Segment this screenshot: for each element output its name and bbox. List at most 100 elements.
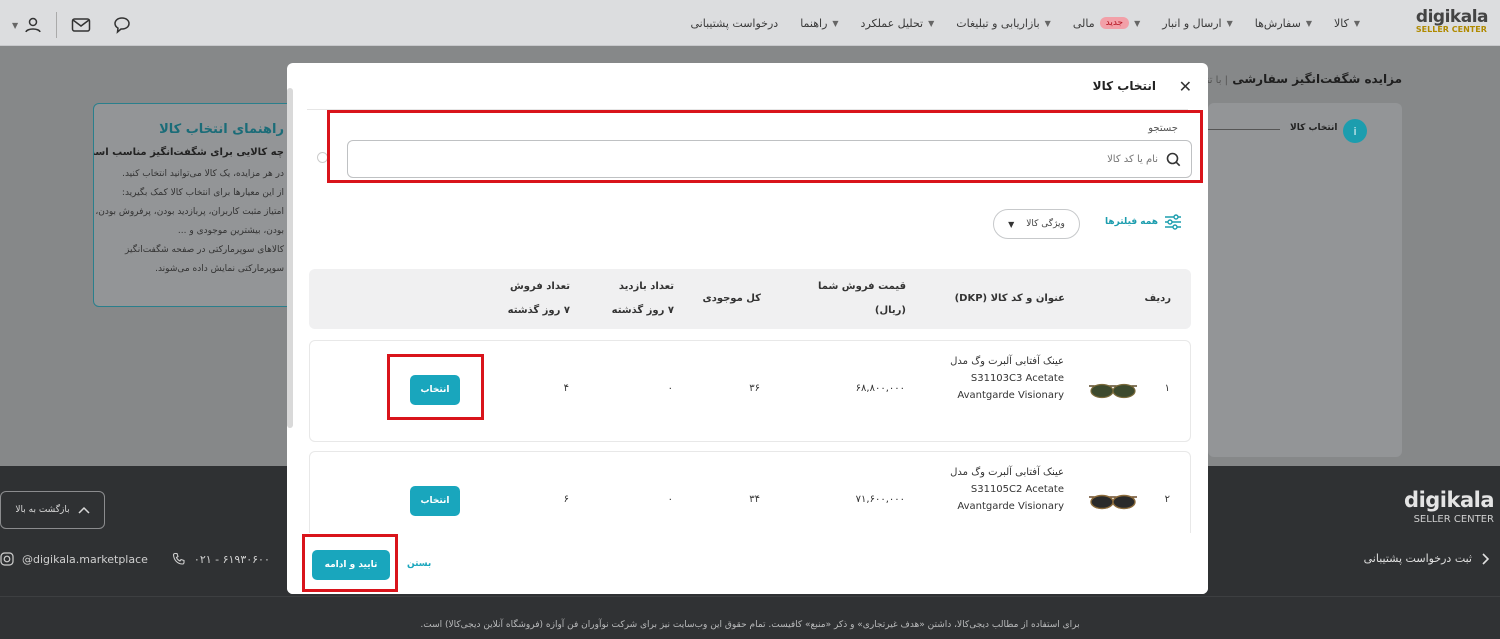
col-price: قیمت فروش شما <box>818 281 906 292</box>
footer-bottom <box>0 596 1500 639</box>
select-product-modal: ✕ انتخاب کالا جستجو همه فیلترها ویژگی کا… <box>287 63 1208 594</box>
support-label: ثبت درخواست پشتیبانی <box>1363 552 1472 565</box>
nav-item-marketing[interactable]: بازاریابی و تبلیغات ▼ <box>956 17 1051 30</box>
page-title-text: مزایده شگفت‌انگیز سفارشی <box>1232 72 1402 86</box>
row-sales: ۴ <box>563 383 569 394</box>
search-input[interactable] <box>348 153 1158 165</box>
all-filters-button[interactable]: همه فیلترها <box>1105 214 1182 230</box>
chevron-down-icon: ▼ <box>1008 219 1015 229</box>
mail-icon[interactable] <box>71 17 91 33</box>
nav-label: درخواست پشتیبانی <box>690 16 779 30</box>
phone-number: ۰۲۱ - ۶۱۹۳۰۶۰۰ <box>193 552 270 566</box>
logo-name: digikala <box>1415 7 1489 27</box>
search-label: جستجو <box>1148 123 1178 134</box>
row-price: ۷۱,۶۰۰,۰۰۰ <box>855 494 905 505</box>
instagram-icon[interactable] <box>0 552 14 566</box>
table-row: ۱ عینک آفتابی آلبرت وگ مدل S31103C3 Acet… <box>309 340 1191 442</box>
back-to-top-button[interactable]: بازگشت به بالا <box>0 491 105 529</box>
nav-item-finance[interactable]: مالی جدید ▼ <box>1073 17 1140 30</box>
guide-line: از این معیارها برای انتخاب کالا کمک بگیر… <box>121 188 284 198</box>
phone-icon <box>172 552 185 565</box>
modal-title: انتخاب کالا <box>1092 79 1156 93</box>
info-icon: i <box>1343 119 1367 143</box>
chat-icon[interactable] <box>113 16 131 34</box>
nav-item-support-request[interactable]: درخواست پشتیبانی <box>691 17 779 30</box>
close-icon[interactable]: ✕ <box>1179 77 1192 96</box>
chevron-down-icon: ▼ <box>1226 18 1233 28</box>
col-price-unit: (ریال) <box>874 305 906 316</box>
main-menu: کالا ▼ سفارش‌ها ▼ ارسال و انبار ▼ مالی جدید ▼… <box>691 0 1361 46</box>
footer-logo-sub: SELLER CENTER <box>1413 514 1494 525</box>
guide-line: کالاهای سوپرمارکتی در صفحه شگفت‌انگیز <box>125 245 284 255</box>
nav-label: بازاریابی و تبلیغات <box>956 16 1040 30</box>
search-field[interactable] <box>347 140 1192 178</box>
chevron-down-icon: ▼ <box>1044 18 1051 28</box>
user-icon[interactable] <box>24 16 42 34</box>
product-title-line: عینک آفتابی آلبرت وگ مدل <box>950 356 1064 367</box>
page-title: مزایده شگفت‌انگیز سفارشی | با تنظیمات <box>1177 72 1402 86</box>
col-index: ردیف <box>1144 293 1171 304</box>
footer-support-link[interactable]: ثبت درخواست پشتیبانی <box>1364 552 1490 565</box>
search-icon <box>1166 152 1181 166</box>
chevron-right-icon <box>1482 552 1490 565</box>
chevron-down-icon: ▼ <box>1134 18 1141 28</box>
nav-item-analytics[interactable]: تحلیل عملکرد ▼ <box>861 17 935 30</box>
product-image <box>1089 383 1137 399</box>
nav-label: کالا <box>1333 16 1349 30</box>
guide-line: امتیاز مثبت کاربران، پربازدید بودن، پرفر… <box>93 207 284 217</box>
all-filters-label: همه فیلترها <box>1105 217 1158 227</box>
chevron-down-icon: ▼ <box>1305 18 1312 28</box>
col-sales: تعداد فروش <box>510 281 570 292</box>
nav-item-help[interactable]: راهنما ▼ <box>800 17 838 30</box>
product-title-line: Avantgarde Visionary <box>957 390 1064 401</box>
col-stock: کل موجودی <box>702 293 761 304</box>
guide-question: چه کالایی برای شگفت‌انگیز مناسب است؟ <box>93 147 284 158</box>
steps-panel <box>1208 103 1402 457</box>
nav-item-products[interactable]: کالا ▼ <box>1334 17 1360 30</box>
chevron-down-icon: ▼ <box>1353 18 1360 28</box>
feature-filter-label: ویژگی کالا <box>1026 219 1065 229</box>
confirm-continue-button[interactable]: تایید و ادامه <box>312 550 390 580</box>
guide-line: در هر مزایده، یک کالا می‌توانید انتخاب ک… <box>122 169 284 179</box>
radio-button[interactable] <box>317 152 328 163</box>
row-views: ۰ <box>667 383 673 394</box>
product-title: عینک آفتابی آلبرت وگ مدل S31105C2 Acetat… <box>950 464 1064 515</box>
table-header: ردیف عنوان و کد کالا (DKP) قیمت فروش شما… <box>309 269 1191 329</box>
nav-item-orders[interactable]: سفارش‌ها ▼ <box>1255 17 1312 30</box>
back-to-top-label: بازگشت به بالا <box>15 505 70 515</box>
step-label: انتخاب کالا <box>1290 123 1338 133</box>
product-title: عینک آفتابی آلبرت وگ مدل S31103C3 Acetat… <box>950 353 1064 404</box>
chevron-down-icon[interactable]: ▼ <box>12 21 18 30</box>
product-image <box>1089 494 1137 510</box>
row-stock: ۳۶ <box>749 383 760 394</box>
digikala-logo[interactable]: digikala SELLER CENTER <box>1415 7 1489 34</box>
divider <box>56 12 58 38</box>
row-sales: ۶ <box>563 494 569 505</box>
nav-label: سفارش‌ها <box>1254 16 1301 30</box>
nav-label: تحلیل عملکرد <box>860 16 924 30</box>
step-connector <box>1208 129 1280 130</box>
header-actions: ▼ <box>12 12 131 38</box>
footer-contact: @digikala.marketplace ۰۲۱ - ۶۱۹۳۰۶۰۰ <box>0 552 270 566</box>
new-badge: جدید <box>1099 17 1130 29</box>
chevron-down-icon: ▼ <box>832 18 839 28</box>
guide-line: سوپرمارکتی نمایش داده می‌شوند. <box>155 264 284 274</box>
nav-item-shipping[interactable]: ارسال و انبار ▼ <box>1162 17 1233 30</box>
background-scrollbar[interactable] <box>287 88 293 428</box>
product-title-line: عینک آفتابی آلبرت وگ مدل <box>950 467 1064 478</box>
product-title-line: S31105C2 Acetate <box>970 484 1064 495</box>
copyright-text: برای استفاده از مطالب دیجی‌کالا، داشتن «… <box>420 620 1080 630</box>
product-title-line: S31103C3 Acetate <box>970 373 1064 384</box>
instagram-handle[interactable]: @digikala.marketplace <box>22 553 148 566</box>
feature-filter-dropdown[interactable]: ویژگی کالا ▼ <box>993 209 1080 239</box>
guide-line: بودن، بیشترین موجودی و ... <box>177 226 284 236</box>
close-modal-link[interactable]: بستن <box>407 559 431 569</box>
logo-sub: SELLER CENTER <box>1415 25 1487 34</box>
guide-title: راهنمای انتخاب کالا <box>159 122 284 137</box>
nav-label: راهنما <box>800 16 828 30</box>
product-title-line: Avantgarde Visionary <box>957 501 1064 512</box>
select-button[interactable]: انتخاب <box>410 375 460 405</box>
select-button[interactable]: انتخاب <box>410 486 460 516</box>
divider <box>307 109 1188 110</box>
nav-label: مالی <box>1072 16 1095 30</box>
